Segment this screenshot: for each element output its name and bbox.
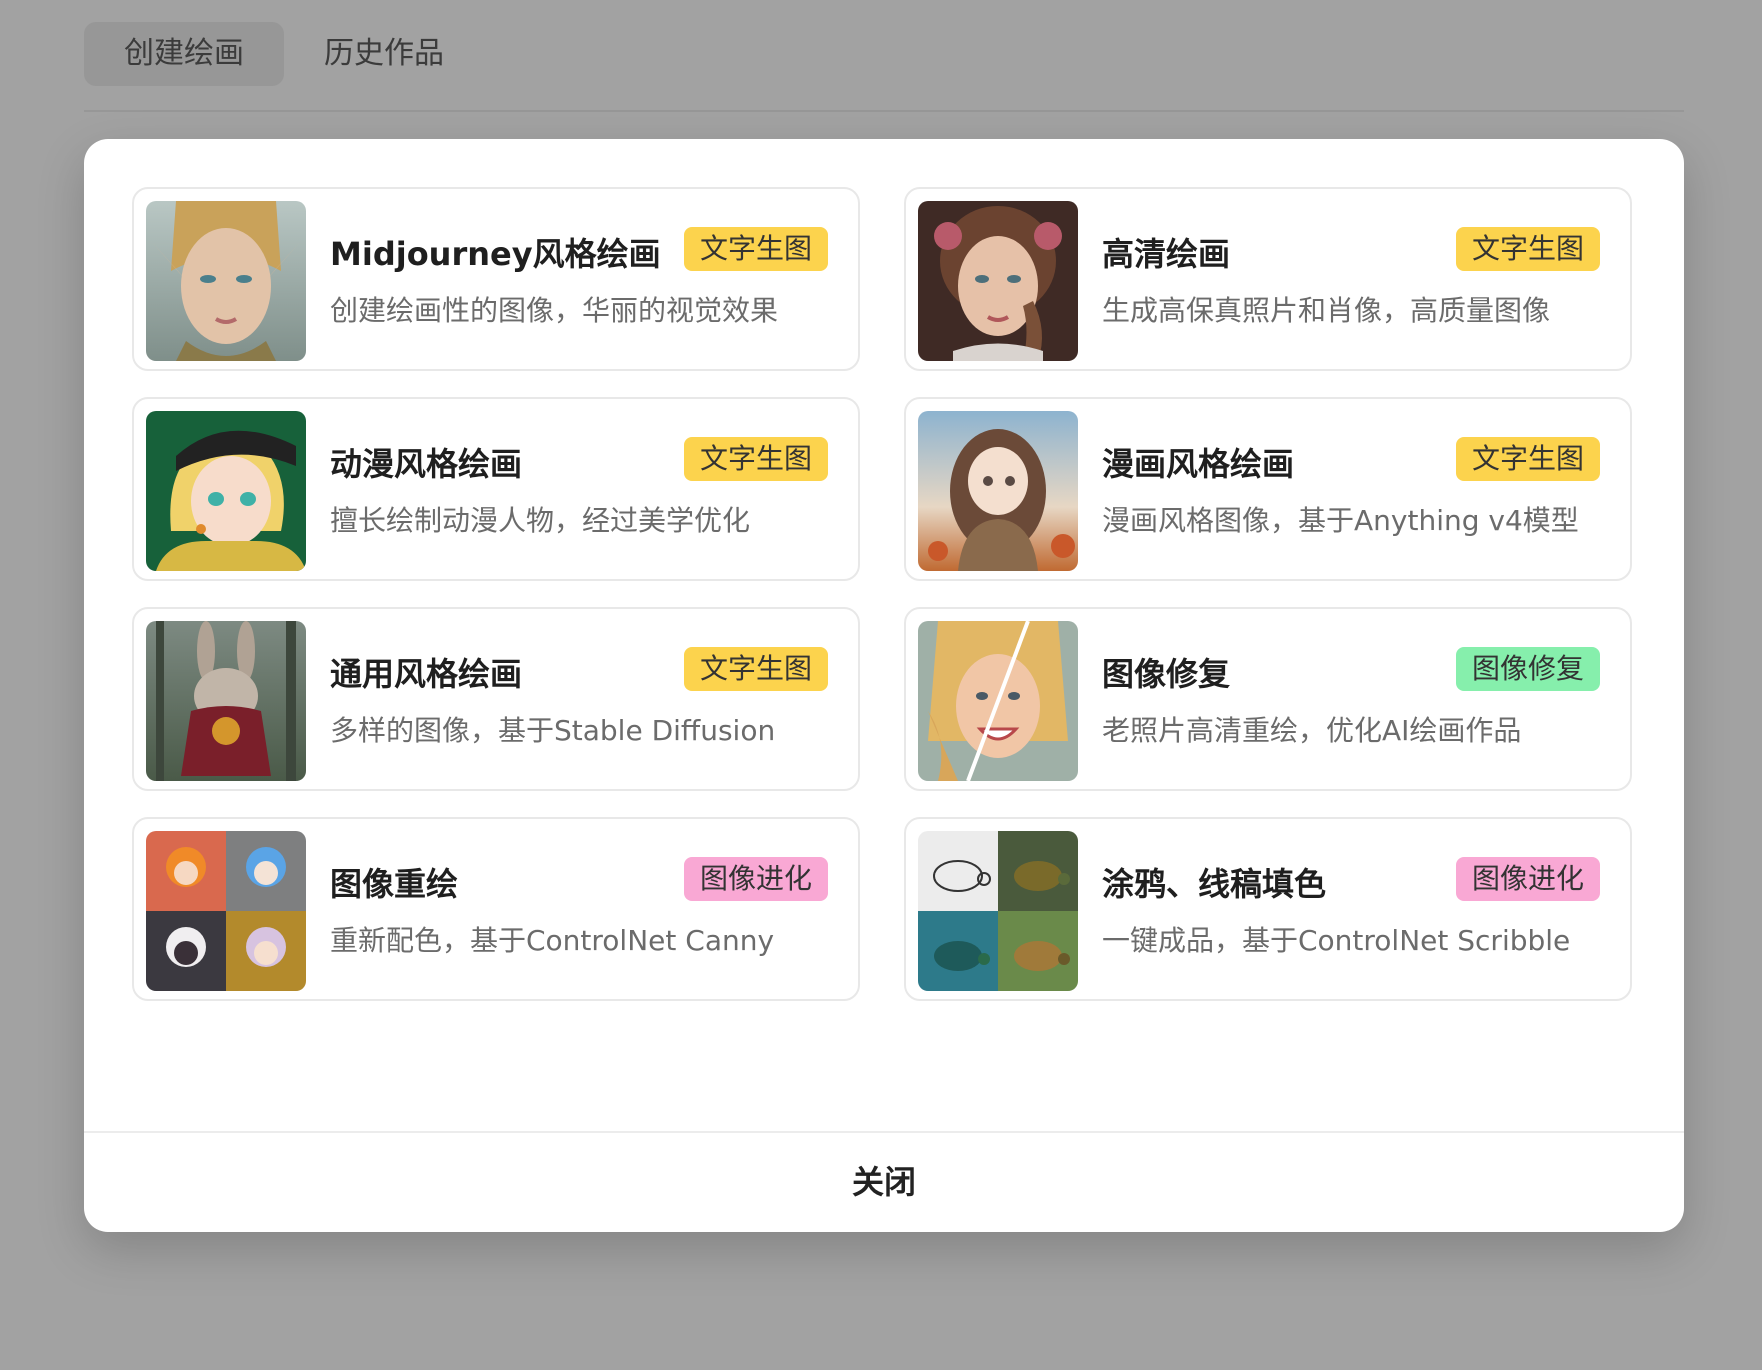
text-to-image-badge: 文字生图 [1455,437,1600,481]
close-button[interactable]: 关闭 [84,1133,1684,1232]
card-title: 动漫风格绘画 [330,445,523,483]
model-card-general[interactable]: 通用风格绘画 文字生图 多样的图像，基于Stable Diffusion [132,607,860,791]
image-evolve-badge: 图像进化 [683,857,828,901]
card-title: Midjourney风格绘画 [330,235,661,273]
text-to-image-badge: 文字生图 [683,227,828,271]
model-select-dialog: Midjourney风格绘画 文字生图 创建绘画性的图像，华丽的视觉效果 高清绘… [84,139,1684,1232]
text-to-image-badge: 文字生图 [1455,227,1600,271]
turtle-grid-thumbnail [918,831,1078,991]
anime-girl-thumbnail [146,411,306,571]
tab-history-works[interactable]: 历史作品 [284,22,484,86]
card-description: 一键成品，基于ControlNet Scribble [1102,924,1571,957]
text-to-image-badge: 文字生图 [683,647,828,691]
model-card-manga[interactable]: 漫画风格绘画 文字生图 漫画风格图像，基于Anything v4模型 [904,397,1632,581]
card-title: 高清绘画 [1102,235,1231,273]
card-title: 漫画风格绘画 [1102,445,1295,483]
tab-bar: 创建绘画 历史作品 [84,22,484,86]
manga-girl-thumbnail [918,411,1078,571]
card-title: 通用风格绘画 [330,655,523,693]
card-description: 生成高保真照片和肖像，高质量图像 [1102,294,1551,327]
card-description: 擅长绘制动漫人物，经过美学优化 [330,504,751,537]
card-description: 创建绘画性的图像，华丽的视觉效果 [330,294,779,327]
model-card-image-repair[interactable]: 图像修复 图像修复 老照片高清重绘，优化AI绘画作品 [904,607,1632,791]
model-card-scribble[interactable]: 涂鸦、线稿填色 图像进化 一键成品，基于ControlNet Scribble [904,817,1632,1001]
woman-smile-thumbnail [918,621,1078,781]
chibi-grid-thumbnail [146,831,306,991]
text-to-image-badge: 文字生图 [683,437,828,481]
model-card-image-redraw[interactable]: 图像重绘 图像进化 重新配色，基于ControlNet Canny [132,817,860,1001]
card-description: 漫画风格图像，基于Anything v4模型 [1102,504,1579,537]
image-evolve-badge: 图像进化 [1455,857,1600,901]
tab-divider [84,110,1684,112]
image-repair-badge: 图像修复 [1455,647,1600,691]
girl-portrait-thumbnail [918,201,1078,361]
card-title: 涂鸦、线稿填色 [1102,865,1327,903]
model-card-midjourney[interactable]: Midjourney风格绘画 文字生图 创建绘画性的图像，华丽的视觉效果 [132,187,860,371]
card-description: 老照片高清重绘，优化AI绘画作品 [1102,714,1522,747]
model-card-anime[interactable]: 动漫风格绘画 文字生图 擅长绘制动漫人物，经过美学优化 [132,397,860,581]
card-description: 重新配色，基于ControlNet Canny [330,924,775,957]
tab-create-painting[interactable]: 创建绘画 [84,22,284,86]
elf-portrait-thumbnail [146,201,306,361]
rabbit-thumbnail [146,621,306,781]
model-card-hd[interactable]: 高清绘画 文字生图 生成高保真照片和肖像，高质量图像 [904,187,1632,371]
card-description: 多样的图像，基于Stable Diffusion [330,714,776,747]
card-title: 图像修复 [1102,655,1231,693]
card-title: 图像重绘 [330,865,459,903]
